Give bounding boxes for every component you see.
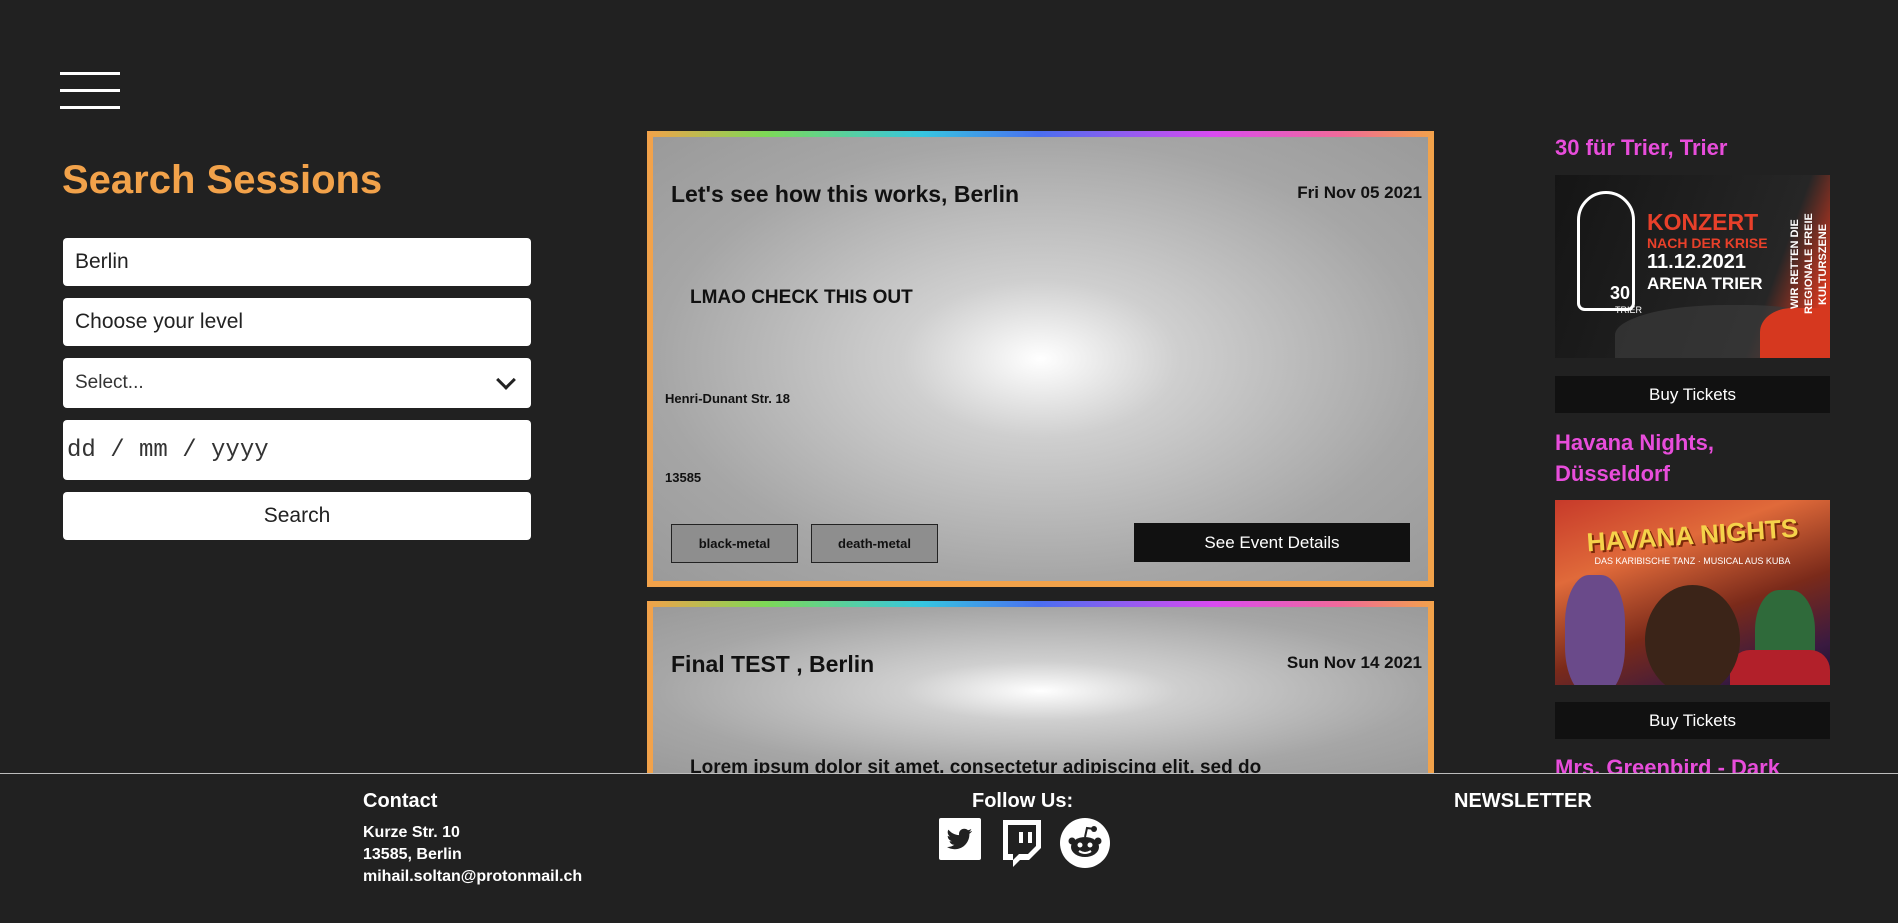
level-select[interactable]: Select... [63,358,531,408]
level-input-placeholder: Choose your level [75,310,244,333]
event-description: LMAO CHECK THIS OUT [690,287,913,308]
buy-tickets-button[interactable]: Buy Tickets [1555,376,1830,413]
event-title: Let's see how this works, Berlin [671,181,1020,207]
poster-car [1730,650,1830,685]
see-event-details-button[interactable]: See Event Details [1134,523,1410,562]
follow-title: Follow Us: [972,790,1074,812]
tag-death-metal[interactable]: death-metal [811,524,938,563]
event-card: Final TEST , Berlin Sun Nov 14 2021 Lore… [647,601,1434,781]
featured-event-title[interactable]: Havana Nights, Düsseldorf [1555,427,1805,489]
featured-event-title[interactable]: 30 für Trier, Trier [1555,132,1805,163]
poster-headline: KONZERT [1647,209,1759,235]
event-poster-image[interactable]: HAVANA NIGHTS DAS KARIBISCHE TANZ · MUSI… [1555,500,1830,685]
contact-email[interactable]: mihail.soltan@protonmail.ch [363,868,582,886]
contact-city: 13585, Berlin [363,846,462,863]
chevron-down-icon [496,370,516,390]
tag-black-metal[interactable]: black-metal [671,524,798,563]
poster-date: 11.12.2021 [1647,251,1746,273]
city-input[interactable]: Berlin [63,238,531,286]
search-title: Search Sessions [62,158,383,202]
contact-street: Kurze Str. 10 [363,824,460,841]
search-button[interactable]: Search [63,492,531,540]
hamburger-line [60,89,120,92]
poster-venue: ARENA TRIER [1647,274,1763,293]
level-select-value: Select... [75,372,144,393]
city-input-value: Berlin [75,250,129,273]
poster-dancer [1565,575,1625,685]
poster-subheadline: NACH DER KRISE [1647,235,1768,251]
event-title: Final TEST , Berlin [671,651,875,677]
contact-title: Contact [363,790,438,812]
poster-logo-number: 30 [1610,283,1631,303]
event-date: Sun Nov 14 2021 [1286,653,1422,672]
reddit-icon[interactable] [1060,818,1110,868]
event-poster-image[interactable]: 30 TRIER KONZERT NACH DER KRISE 11.12.20… [1555,175,1830,358]
event-street: Henri-Dunant Str. 18 [665,391,790,406]
poster-logo-city: TRIER [1615,305,1642,315]
event-date: Fri Nov 05 2021 [1297,183,1422,202]
level-input[interactable]: Choose your level [63,298,531,346]
date-input-placeholder: dd / mm / yyyy [67,436,269,464]
hamburger-line [60,72,120,75]
poster-side-text: WIR RETTEN DIE REGIONALE FREIE KULTURSZE… [1789,213,1829,315]
poster-headline: HAVANA NIGHTS [1585,512,1800,558]
hamburger-menu-icon[interactable] [60,72,120,110]
twitter-icon[interactable] [939,818,981,860]
date-input[interactable]: dd / mm / yyyy [63,420,531,480]
event-zip: 13585 [665,470,702,485]
poster-subheadline: DAS KARIBISCHE TANZ · MUSICAL AUS KUBA [1594,556,1791,566]
footer: Contact Kurze Str. 10 13585, Berlin miha… [0,773,1898,923]
event-card: Let's see how this works, Berlin Fri Nov… [647,131,1434,587]
poster-singer [1645,585,1740,685]
newsletter-title[interactable]: NEWSLETTER [1454,790,1592,813]
hamburger-line [60,106,120,109]
buy-tickets-button[interactable]: Buy Tickets [1555,702,1830,739]
twitch-icon[interactable] [999,818,1045,868]
